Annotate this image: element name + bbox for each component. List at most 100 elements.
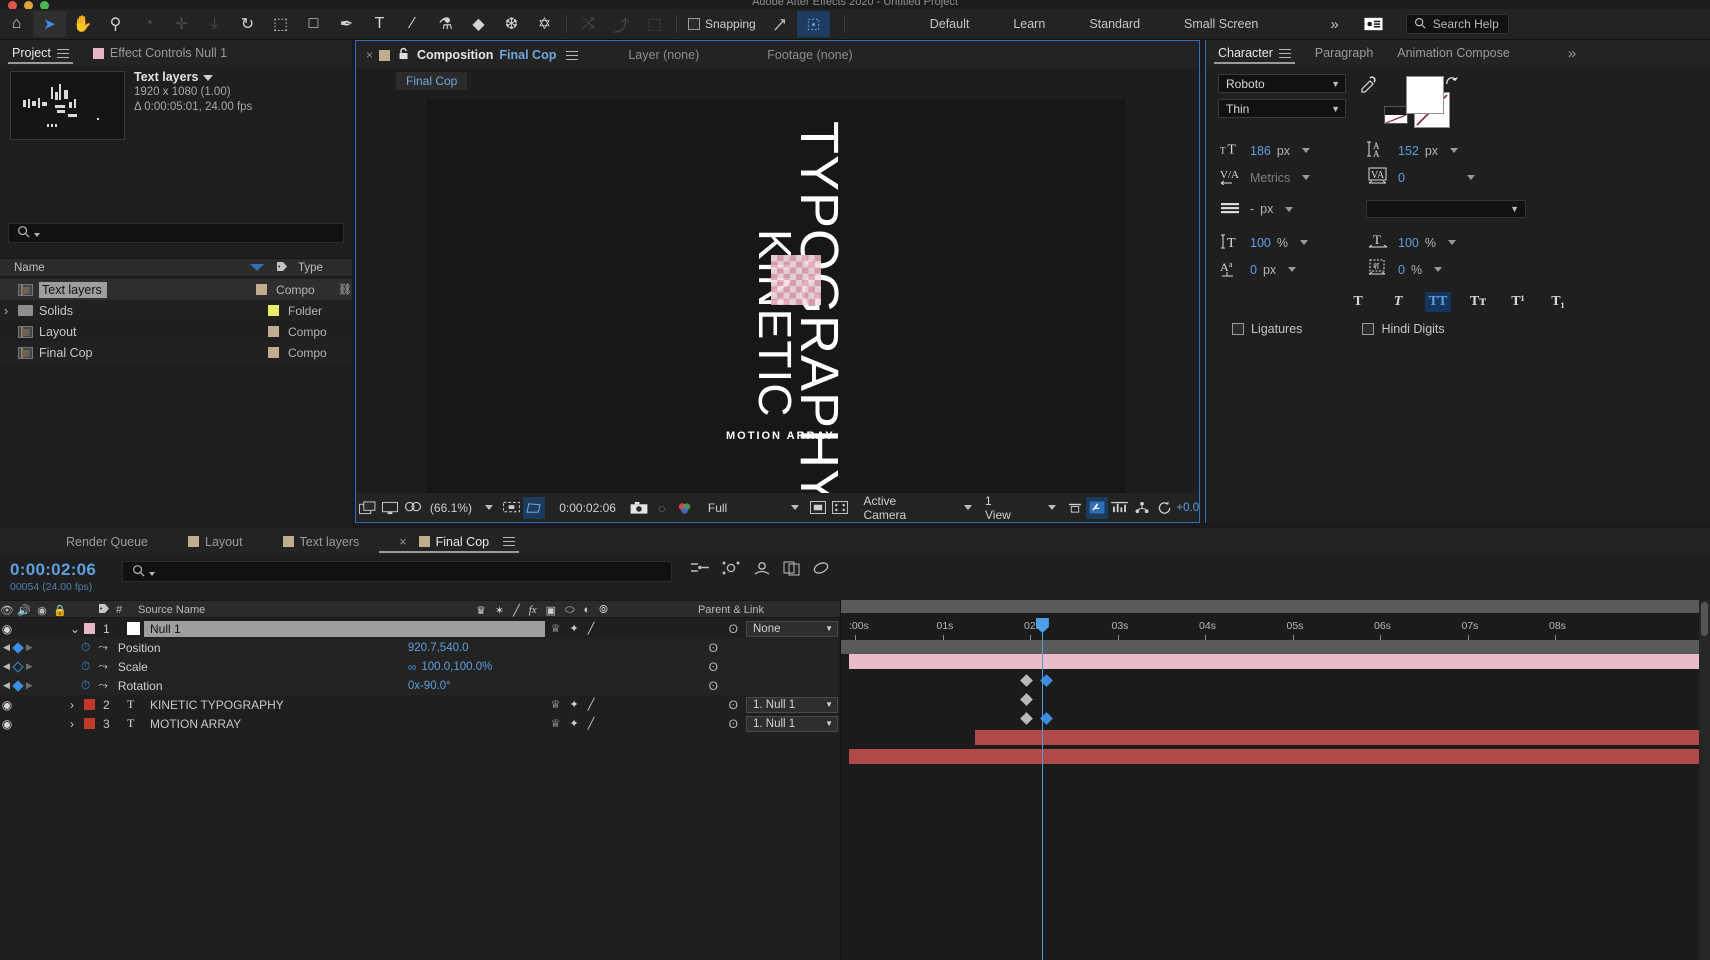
item-label-swatch[interactable] [268, 326, 279, 337]
transform-box-snap-icon[interactable] [796, 11, 830, 37]
renderer-icon[interactable] [1131, 497, 1154, 519]
shy-switch[interactable]: ♕ [551, 717, 561, 730]
footage-tab[interactable]: Footage (none) [767, 48, 852, 62]
project-item-row[interactable]: Layout Compo [0, 321, 352, 342]
collapse-switch[interactable]: ✦ [570, 622, 579, 635]
hide-shy-layers-icon[interactable] [752, 560, 772, 579]
parent-pickwhip-icon[interactable]: ʘ [729, 717, 738, 731]
snapping-control[interactable]: Snapping [688, 17, 756, 31]
graph-editor-icon[interactable]: ⤳ [98, 659, 108, 674]
quality-switch[interactable]: ╱ [588, 622, 595, 635]
timeline-tab-render-queue[interactable]: Render Queue [0, 529, 160, 555]
vertical-scale-caret[interactable] [1299, 240, 1308, 245]
show-snapshot-icon[interactable]: ○ [651, 497, 674, 519]
sort-arrow-icon[interactable] [250, 264, 264, 271]
leading-value[interactable]: 152 [1398, 144, 1419, 158]
character-tab-paragraph[interactable]: Paragraph [1303, 40, 1385, 66]
chevron-down-icon[interactable]: ▼ [825, 624, 833, 633]
search-help-input[interactable]: Search Help [1433, 17, 1499, 31]
tsume-caret[interactable] [1434, 267, 1443, 272]
home-icon[interactable]: ⌂ [0, 11, 33, 37]
swap-colors-icon[interactable] [1446, 74, 1459, 89]
timeline-tab-final-cop[interactable]: × Final Cop [371, 529, 527, 555]
previous-keyframe-arrow[interactable]: ◀ [3, 642, 10, 653]
pan-behind-tool-icon[interactable]: ⤓ [198, 11, 231, 37]
rotation-tool-icon[interactable]: ◔ [132, 11, 165, 37]
clone-stamp-tool-icon[interactable]: ⚗ [429, 11, 462, 37]
workspace-overflow-button[interactable]: » [1330, 16, 1338, 33]
composition-canvas[interactable]: KINETIC TYPOGRAPHY MOTION ARRAY [426, 99, 1126, 506]
resolution-dropdown-caret[interactable] [791, 505, 800, 510]
lock-icon[interactable] [398, 47, 409, 63]
rotate-tool-icon[interactable]: ↻ [231, 11, 264, 37]
tracking-field[interactable]: VA 0 [1366, 167, 1514, 188]
pen-tool-icon[interactable]: ✒ [330, 11, 363, 37]
zoom-level[interactable]: (66.1%) [424, 501, 478, 515]
views-select[interactable]: 1 View [979, 494, 1022, 522]
timeline-layer-row[interactable]: ◉ › 3 T MOTION ARRAY ♕ ✦ ╱ ʘ 1. Null 1 ▼ [0, 714, 838, 733]
fill-stroke-colors[interactable] [1384, 74, 1460, 130]
shy-switch[interactable]: ♕ [551, 698, 561, 711]
collapse-switch[interactable]: ✦ [570, 717, 579, 730]
layer-label-swatch[interactable] [84, 699, 95, 710]
chevron-down-icon[interactable]: ▼ [825, 700, 833, 709]
take-snapshot-icon[interactable] [628, 497, 651, 519]
layer-source-name[interactable]: Null 1 [144, 620, 545, 637]
grid-guides-icon[interactable] [500, 497, 523, 519]
layer-source-name[interactable]: MOTION ARRAY [144, 716, 545, 732]
composition-current-time[interactable]: 0:00:02:06 [553, 501, 622, 515]
faux-bold-button[interactable]: T [1345, 292, 1371, 312]
enable-motion-blur-icon[interactable] [812, 560, 830, 579]
selection-tool-icon[interactable]: ➤ [33, 11, 66, 37]
layer-parent-select[interactable]: 1. Null 1 ▼ [746, 715, 838, 732]
pixel-aspect-correction-icon[interactable] [1063, 497, 1086, 519]
property-name[interactable]: Rotation [118, 679, 408, 693]
timeline-property-row[interactable]: ◀ ▶ ⏱ ⤳ Position 920.7,540.0 ʘ [0, 638, 838, 657]
property-pickwhip-icon[interactable]: ʘ [709, 660, 718, 674]
property-value[interactable]: 920.7,540.0 [408, 642, 469, 654]
region-of-interest-icon[interactable]: ⬚ [264, 11, 297, 37]
keyframe-toggle[interactable] [12, 660, 24, 673]
workspace-learn[interactable]: Learn [991, 17, 1067, 31]
roto-brush-tool-icon[interactable]: ❆ [495, 11, 528, 37]
project-tab-effect-controls-null-1[interactable]: Effect Controls Null 1 [81, 40, 239, 66]
baseline-shift-value[interactable]: 0 [1250, 263, 1257, 277]
timeline-ruler[interactable]: :00s 01s 02s 03s 04s 05s 06s 07s 08s [841, 618, 1710, 640]
layer-video-toggle[interactable]: ◉ [0, 698, 14, 712]
property-name[interactable]: Scale [118, 660, 408, 674]
brush-tool-icon[interactable]: ∕ [396, 11, 429, 37]
eraser-tool-icon[interactable]: ◆ [462, 11, 495, 37]
hindi-digits-checkbox-row[interactable]: Hindi Digits [1362, 322, 1445, 336]
keyframe-marker[interactable] [1020, 712, 1034, 725]
chevron-down-icon[interactable] [203, 74, 214, 81]
anchor-point-handle[interactable] [771, 255, 821, 305]
shape-tool-icon[interactable]: □ [297, 11, 330, 37]
composition-panel-menu-icon[interactable] [566, 50, 579, 60]
unified-camera-tool-icon[interactable]: ✛ [165, 11, 198, 37]
character-tab-animation-compose[interactable]: Animation Compose [1385, 40, 1522, 66]
workspace-layout-icon[interactable] [1357, 11, 1390, 37]
quality-switch[interactable]: ╱ [588, 698, 595, 711]
layer-switches[interactable]: ♕ ✦ ╱ [545, 717, 665, 730]
timeline-property-row[interactable]: ◀ ▶ ⏱ ⤳ Rotation 0x-90.0° ʘ [0, 676, 838, 695]
target-region-icon[interactable] [806, 497, 829, 519]
faux-italic-button[interactable]: T [1385, 292, 1411, 312]
graph-editor-icon[interactable]: ⤳ [98, 678, 108, 693]
snap-arrow-icon[interactable] [764, 11, 797, 37]
previous-keyframe-arrow[interactable]: ◀ [3, 680, 10, 691]
color-management-icon[interactable] [401, 497, 424, 519]
project-item-row[interactable]: Final Cop Compo [0, 342, 352, 363]
timeline-current-time[interactable]: 0:00:02:06 [10, 560, 96, 580]
camera-select[interactable]: Active Camera [858, 494, 939, 522]
layer-label-swatch[interactable] [84, 718, 95, 729]
stopwatch-icon[interactable]: ⏱ [81, 659, 90, 674]
workspace-small-screen[interactable]: Small Screen [1162, 17, 1280, 31]
chevron-down-icon[interactable]: ▼ [1510, 204, 1519, 214]
layer-expand-arrow[interactable]: ⌄ [70, 622, 84, 636]
stopwatch-icon[interactable]: ⏱ [81, 678, 90, 693]
puppet-pin-tool-icon[interactable]: ✡ [528, 11, 561, 37]
parent-pickwhip-icon[interactable]: ʘ [729, 698, 738, 712]
toggle-mask-visibility-icon[interactable] [379, 497, 402, 519]
stroke-width-caret[interactable] [1285, 206, 1294, 212]
draft-3d-icon[interactable] [721, 560, 741, 579]
